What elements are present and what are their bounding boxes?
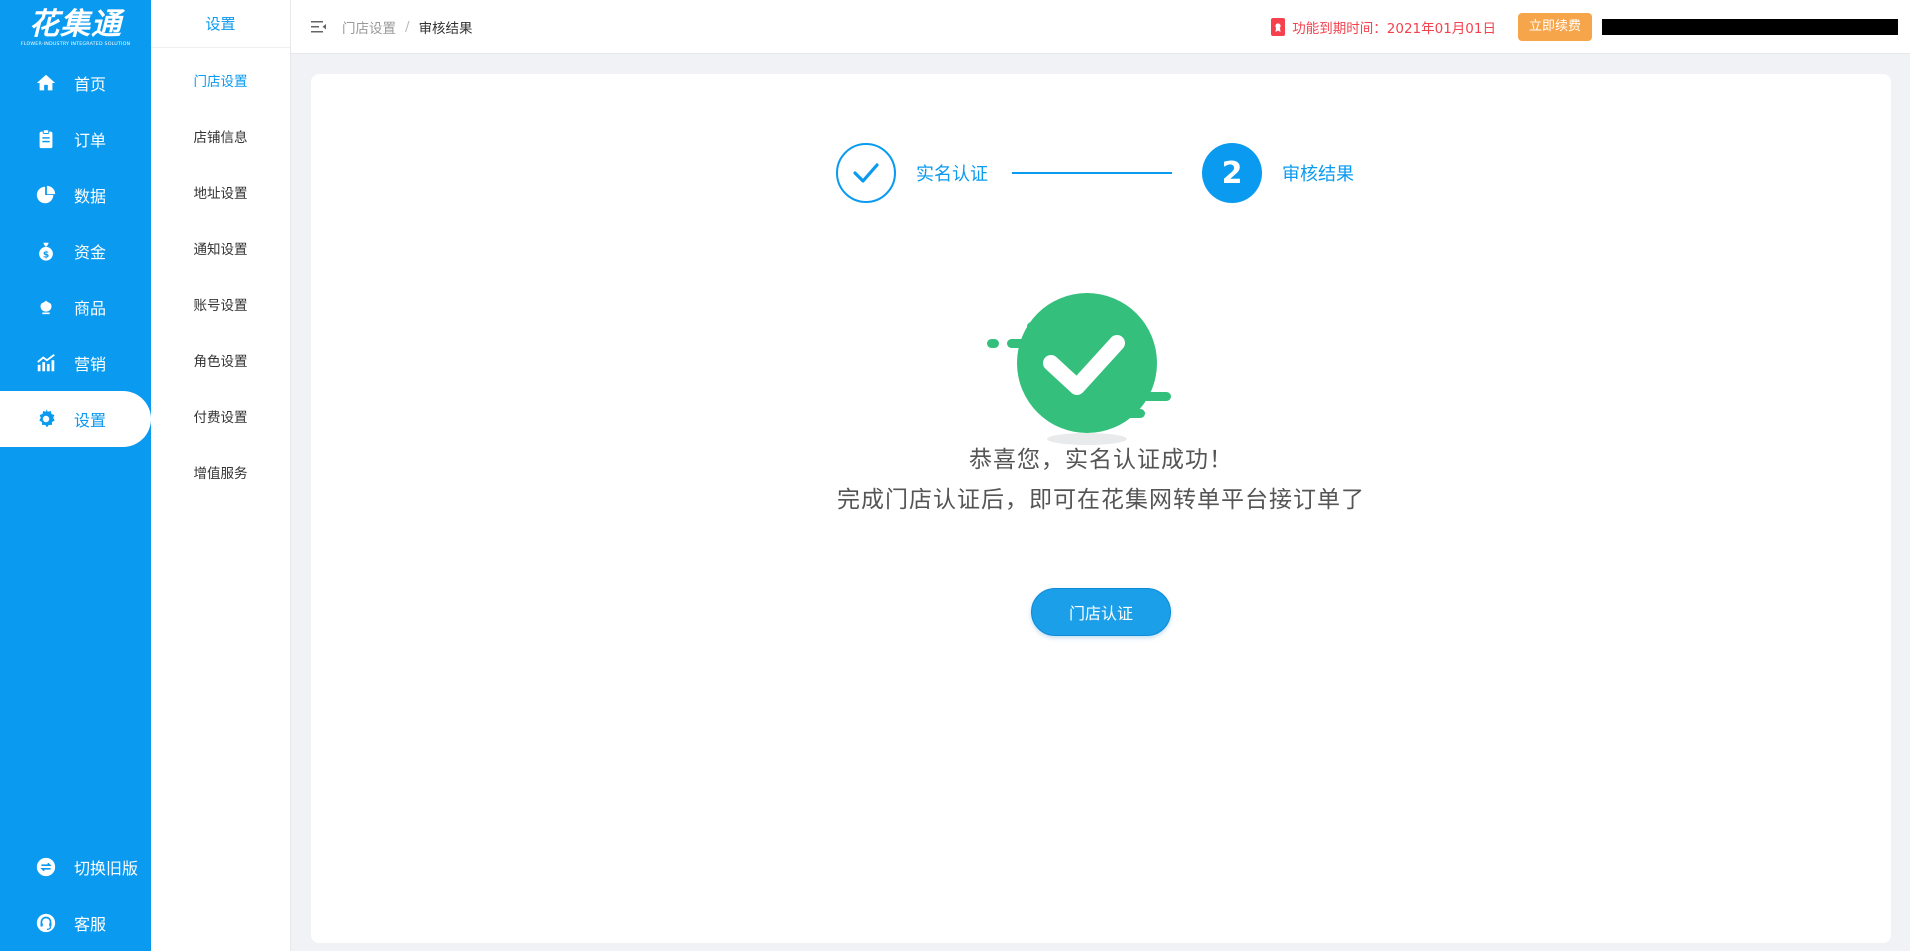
sub-nav-value-added-services[interactable]: 增值服务 <box>151 452 290 508</box>
nav-item-marketing[interactable]: 营销 <box>0 335 151 391</box>
step-1-label: 实名认证 <box>916 164 988 185</box>
content-card: 实名认证 2 审核结果 恭喜您，实名认证成功！ 完成门店认证后，即可在花集网转单… <box>311 74 1891 943</box>
sub-nav-notification-settings[interactable]: 通知设置 <box>151 228 290 284</box>
step-connector <box>1012 172 1172 174</box>
flower-icon <box>34 295 58 319</box>
expire-badge-icon <box>1271 17 1286 36</box>
topbar-right: 功能到期时间：2021年01月01日 立即续费 <box>1271 12 1898 41</box>
nav-item-label: 营销 <box>74 355 107 374</box>
svg-text:$: $ <box>43 249 49 260</box>
trend-chart-icon <box>34 351 58 375</box>
expire-text: 功能到期时间：2021年01月01日 <box>1292 20 1496 37</box>
renew-button[interactable]: 立即续费 <box>1517 12 1592 41</box>
primary-sidebar: 花集通 FLOWER-INDUSTRY INTEGRATED SOLUTION … <box>0 0 151 951</box>
nav-item-products[interactable]: 商品 <box>0 279 151 335</box>
money-bag-icon: $ <box>34 239 58 263</box>
nav-item-settings[interactable]: 设置 <box>0 391 151 447</box>
nav-item-orders[interactable]: 订单 <box>0 111 151 167</box>
secondary-sidebar: 设置 门店设置 店铺信息 地址设置 通知设置 账号设置 角色设置 付费设置 增值… <box>151 0 291 951</box>
nav-item-label: 客服 <box>74 915 107 934</box>
primary-nav: 首页 订单 数据 $ 资金 商品 营销 设置 <box>0 55 151 447</box>
brand-logo[interactable]: 花集通 FLOWER-INDUSTRY INTEGRATED SOLUTION <box>0 0 151 54</box>
nav-item-label: 切换旧版 <box>74 859 139 878</box>
nav-item-label: 资金 <box>74 243 107 262</box>
secondary-nav: 门店设置 店铺信息 地址设置 通知设置 账号设置 角色设置 付费设置 增值服务 <box>151 48 290 508</box>
breadcrumb-item-store-settings[interactable]: 门店设置 <box>342 17 396 37</box>
user-info-redacted[interactable] <box>1602 18 1898 35</box>
steps-progress: 实名认证 2 审核结果 <box>836 143 1354 203</box>
success-check-icon <box>987 289 1177 449</box>
store-certification-button[interactable]: 门店认证 <box>1031 588 1171 636</box>
step-2-number: 2 <box>1202 143 1262 203</box>
breadcrumb-item-current: 审核结果 <box>418 20 473 37</box>
nav-item-label: 订单 <box>74 131 107 150</box>
nav-item-funds[interactable]: $ 资金 <box>0 223 151 279</box>
logo-subtitle: FLOWER-INDUSTRY INTEGRATED SOLUTION <box>20 40 131 47</box>
breadcrumb: 门店设置 / 审核结果 <box>342 17 473 37</box>
secondary-title: 设置 <box>151 0 290 48</box>
sub-nav-store-settings[interactable]: 门店设置 <box>151 60 290 116</box>
sub-nav-account-settings[interactable]: 账号设置 <box>151 284 290 340</box>
sub-nav-role-settings[interactable]: 角色设置 <box>151 340 290 396</box>
topbar: 门店设置 / 审核结果 功能到期时间：2021年01月01日 立即续费 <box>291 0 1910 54</box>
breadcrumb-separator: / <box>405 18 410 35</box>
success-message-line1: 恭喜您，实名认证成功！ <box>969 447 1233 473</box>
sub-nav-shop-info[interactable]: 店铺信息 <box>151 116 290 172</box>
nav-item-label: 商品 <box>74 299 107 318</box>
switch-icon <box>34 855 58 879</box>
sub-nav-address-settings[interactable]: 地址设置 <box>151 172 290 228</box>
step-1-check-icon <box>836 143 896 203</box>
gear-icon <box>34 407 58 431</box>
nav-item-label: 数据 <box>74 187 107 206</box>
pie-chart-icon <box>34 183 58 207</box>
bottom-nav: 切换旧版 客服 <box>0 839 151 951</box>
success-message-line2: 完成门店认证后，即可在花集网转单平台接订单了 <box>837 487 1365 513</box>
step-2-label: 审核结果 <box>1282 164 1354 185</box>
home-icon <box>34 71 58 95</box>
nav-item-data[interactable]: 数据 <box>0 167 151 223</box>
nav-item-label: 首页 <box>74 75 107 94</box>
menu-collapse-icon[interactable] <box>309 17 329 37</box>
clipboard-icon <box>34 127 58 151</box>
sub-nav-payment-settings[interactable]: 付费设置 <box>151 396 290 452</box>
logo-text: 花集通 <box>29 6 122 42</box>
nav-item-support[interactable]: 客服 <box>0 895 151 951</box>
nav-item-switch-old[interactable]: 切换旧版 <box>0 839 151 895</box>
nav-item-home[interactable]: 首页 <box>0 55 151 111</box>
nav-item-label: 设置 <box>74 411 107 430</box>
headset-icon <box>34 911 58 935</box>
expire-notice: 功能到期时间：2021年01月01日 <box>1271 17 1496 37</box>
